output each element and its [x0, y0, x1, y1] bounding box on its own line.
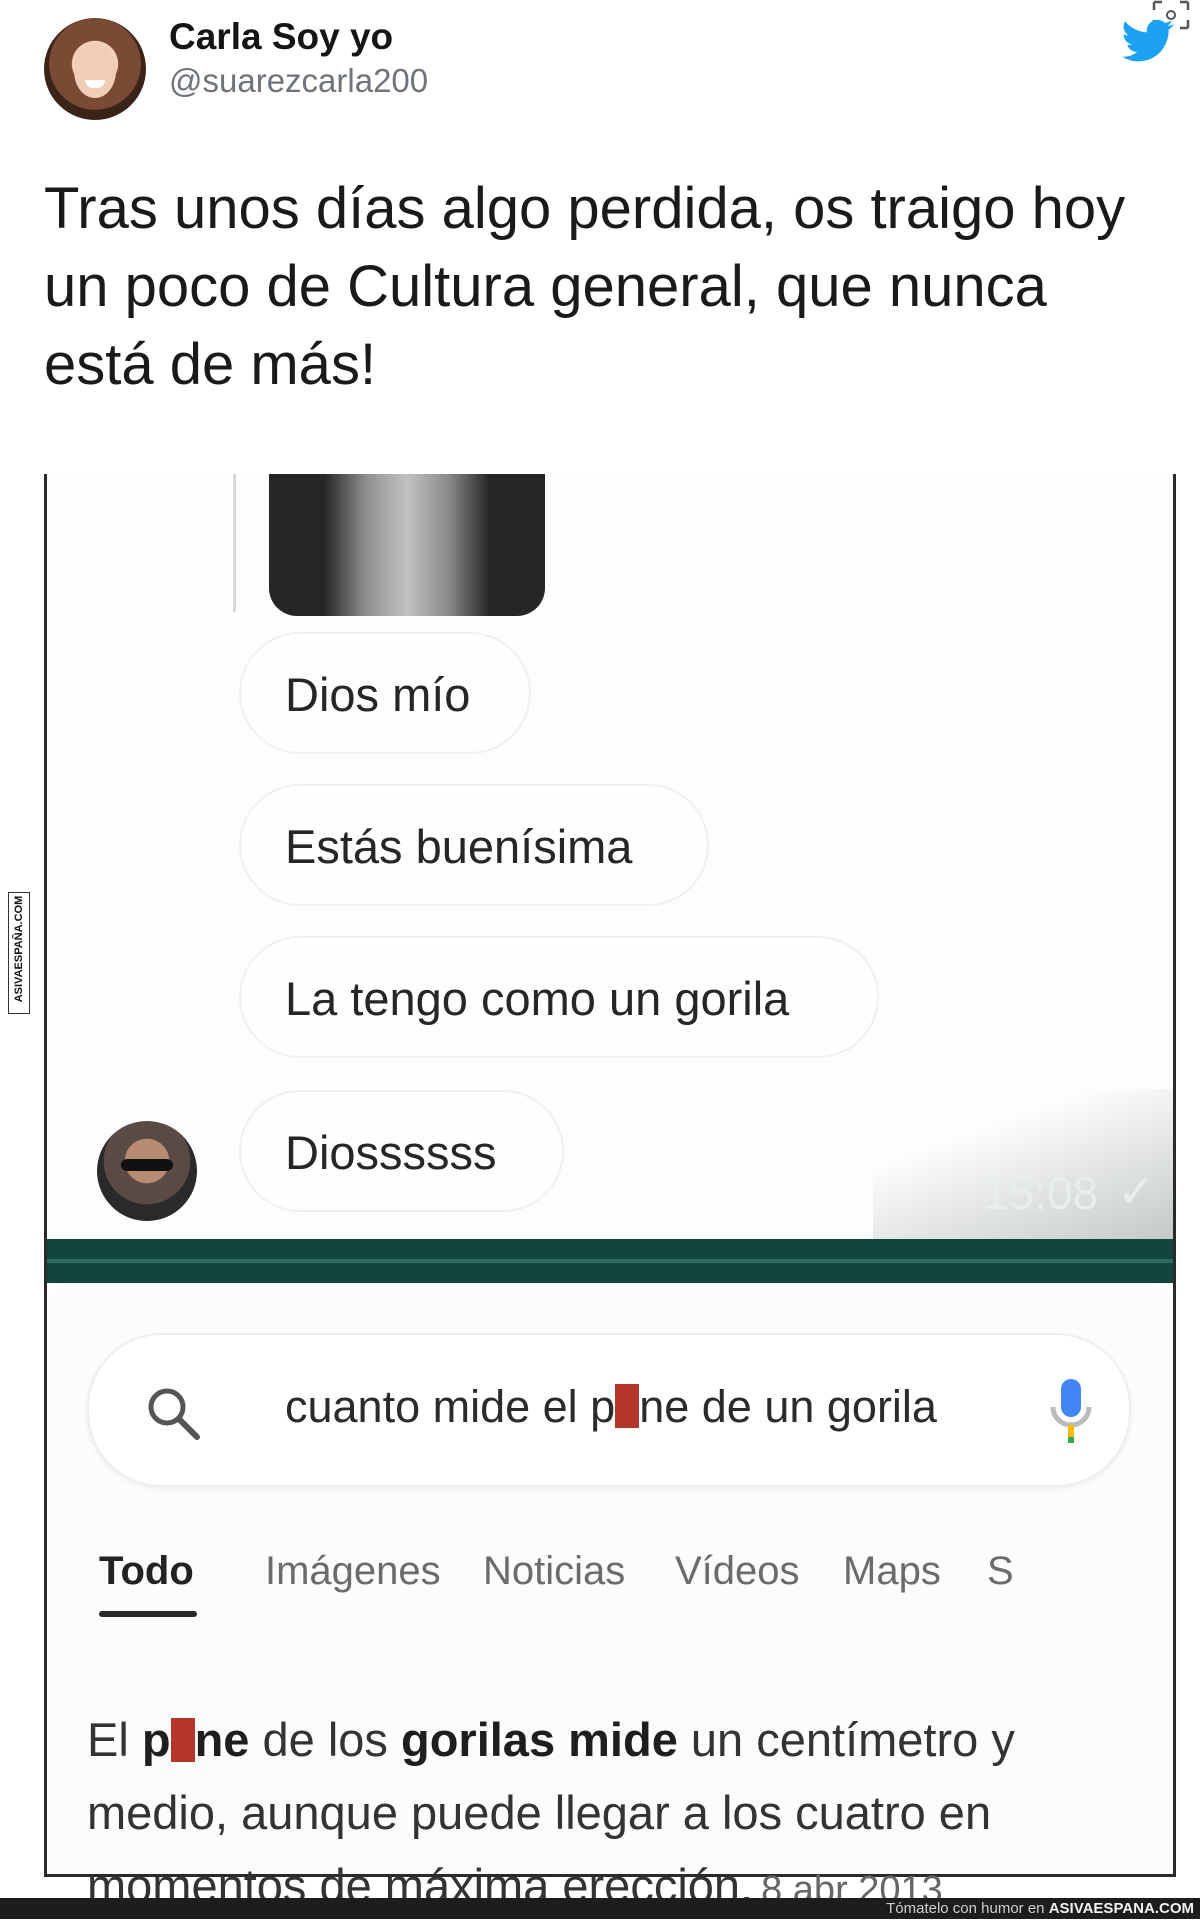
- chat-section: Dios mío Estás buenísima La tengo como u…: [47, 474, 1173, 1239]
- shared-photo[interactable]: [269, 474, 545, 616]
- query-text-start: cuanto mide el p: [285, 1381, 616, 1432]
- answer-text: de los: [249, 1713, 401, 1766]
- answer-bold: ne: [194, 1713, 250, 1766]
- tab-videos[interactable]: Vídeos: [675, 1549, 800, 1594]
- microphone-icon[interactable]: [1047, 1375, 1095, 1447]
- active-tab-indicator: [99, 1611, 197, 1617]
- answer-text: El: [87, 1713, 142, 1766]
- message-bubble[interactable]: Diossssss: [239, 1090, 564, 1212]
- redaction-mark: [170, 1718, 195, 1762]
- avatar-face: [74, 44, 116, 98]
- footer-bar: Tómatelo con humor en ASIVAESPANA.COM: [0, 1898, 1200, 1919]
- answer-bold: p: [141, 1713, 171, 1766]
- footer-text: Tómatelo con humor en: [886, 1900, 1045, 1917]
- app-divider: [47, 1239, 1173, 1283]
- tab-imagenes[interactable]: Imágenes: [265, 1549, 441, 1594]
- search-results: cuanto mide el p ne de un gorila Todo Imá…: [47, 1283, 1173, 1912]
- tab-todo[interactable]: Todo: [99, 1549, 194, 1594]
- sunglasses: [121, 1159, 173, 1171]
- side-watermark: ASIVAESPAÑA.COM: [8, 892, 30, 1014]
- tweet-text: Tras unos días algo perdida, os traigo h…: [44, 176, 1126, 397]
- message-bubble[interactable]: Dios mío: [239, 632, 531, 754]
- tab-noticias[interactable]: Noticias: [483, 1549, 625, 1594]
- message-bubble[interactable]: La tengo como un gorila: [239, 936, 879, 1058]
- search-tabs: Todo Imágenes Noticias Vídeos Maps S: [99, 1549, 1173, 1619]
- query-text-end: ne de un gorila: [639, 1381, 937, 1432]
- redaction-mark: [615, 1384, 640, 1428]
- search-bar[interactable]: cuanto mide el p ne de un gorila: [87, 1333, 1131, 1487]
- divider-line: [47, 1259, 1173, 1263]
- message-bubble[interactable]: Estás buenísima: [239, 784, 709, 906]
- embedded-screenshot: Dios mío Estás buenísima La tengo como u…: [44, 474, 1176, 1912]
- footer-brand-link[interactable]: ASIVAESPANA.COM: [1049, 1900, 1194, 1917]
- sent-check-icon: ✓: [1117, 1165, 1156, 1217]
- featured-answer: El p ne de los gorilas mide un centímetro…: [87, 1703, 1147, 1927]
- search-icon[interactable]: [143, 1383, 203, 1443]
- message-timestamp: 15:08: [983, 1167, 1099, 1219]
- user-avatar[interactable]: [44, 18, 146, 120]
- side-watermark-text: ASIVAESPAÑA.COM: [13, 895, 25, 1003]
- tab-more[interactable]: S: [987, 1549, 1014, 1594]
- twitter-bird-icon: [1122, 19, 1174, 62]
- display-name[interactable]: Carla Soy yo: [169, 16, 393, 58]
- thread-line: [233, 474, 236, 612]
- answer-bold: gorilas mide: [400, 1713, 678, 1766]
- search-input[interactable]: cuanto mide el p ne de un gorila: [285, 1381, 937, 1433]
- sender-avatar[interactable]: [97, 1121, 197, 1221]
- tab-maps[interactable]: Maps: [843, 1549, 941, 1594]
- user-handle[interactable]: @suarezcarla200: [169, 62, 428, 100]
